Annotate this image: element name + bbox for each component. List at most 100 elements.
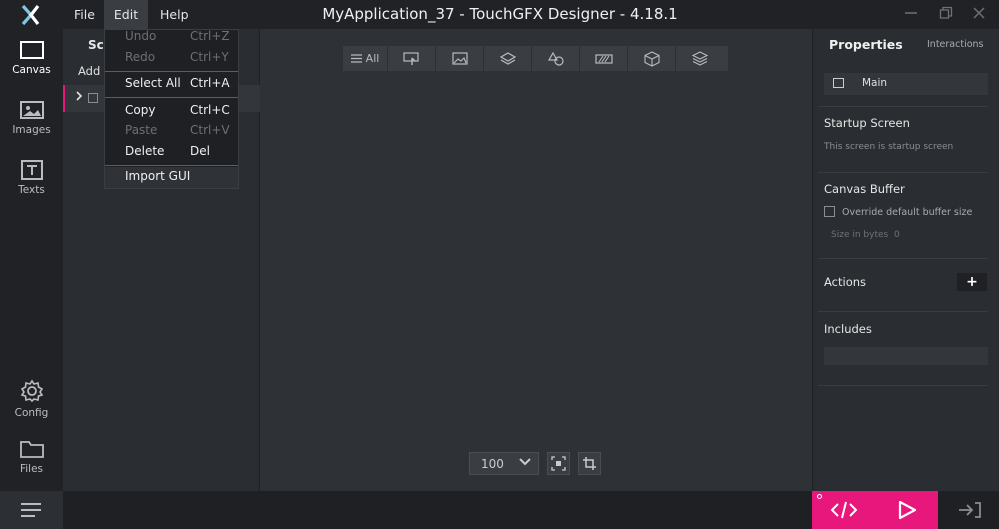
size-in-bytes-value: 0 bbox=[894, 230, 900, 240]
menu-item-label: Select All bbox=[125, 76, 181, 90]
properties-panel bbox=[812, 29, 999, 491]
add-action-button[interactable]: + bbox=[957, 273, 987, 291]
includes-title: Includes bbox=[824, 322, 872, 336]
text-icon bbox=[20, 160, 43, 180]
restore-icon[interactable] bbox=[937, 6, 955, 24]
zoom-select[interactable]: 100 bbox=[469, 452, 539, 475]
nav-canvas-label: Canvas bbox=[12, 64, 51, 76]
nav-files-label: Files bbox=[19, 463, 44, 475]
screen-icon bbox=[88, 93, 98, 103]
nav-config[interactable]: Config bbox=[0, 379, 63, 419]
override-buffer-checkbox[interactable] bbox=[824, 206, 835, 217]
menu-file[interactable]: File bbox=[62, 0, 107, 29]
menu-item-delete[interactable]: Delete Del bbox=[105, 142, 238, 163]
startup-screen-note: This screen is startup screen bbox=[824, 142, 954, 152]
divider bbox=[818, 311, 988, 312]
menu-item-import-gui[interactable]: Import GUI bbox=[105, 167, 238, 188]
menu-item-shortcut: Ctrl+V bbox=[190, 123, 230, 137]
nav-texts-label: Texts bbox=[18, 184, 45, 196]
filter-image-button[interactable] bbox=[436, 46, 484, 71]
menu-item-shortcut: Ctrl+Z bbox=[190, 29, 230, 43]
menu-item-label: Paste bbox=[125, 123, 158, 137]
window-title: MyApplication_37 - TouchGFX Designer - 4… bbox=[322, 5, 678, 23]
list-icon bbox=[350, 54, 362, 63]
menu-item-shortcut: Ctrl+A bbox=[190, 76, 230, 90]
filter-progress-button[interactable] bbox=[580, 46, 628, 71]
menu-item-label: Delete bbox=[125, 144, 165, 158]
stack-icon bbox=[692, 51, 708, 66]
filter-container-button[interactable] bbox=[484, 46, 532, 71]
widget-filter-toolbar: All bbox=[343, 46, 728, 71]
run-simulator-button[interactable] bbox=[875, 491, 938, 529]
filter-shapes-button[interactable] bbox=[532, 46, 580, 71]
includes-field[interactable] bbox=[824, 347, 988, 365]
crop-icon bbox=[583, 457, 596, 470]
menu-separator bbox=[105, 71, 238, 72]
touchgfx-logo-icon bbox=[18, 4, 44, 26]
image-icon bbox=[19, 101, 44, 119]
shapes-icon bbox=[547, 51, 564, 66]
menu-edit[interactable]: Edit bbox=[104, 0, 148, 29]
divider bbox=[818, 172, 988, 173]
touch-icon bbox=[402, 51, 419, 65]
hamburger-icon bbox=[21, 503, 41, 517]
exit-button[interactable] bbox=[938, 491, 999, 529]
menu-separator bbox=[105, 97, 238, 98]
fit-to-screen-button[interactable] bbox=[547, 452, 570, 475]
filter-stack-button[interactable] bbox=[676, 46, 724, 71]
divider bbox=[818, 385, 988, 386]
menu-item-shortcut: Del bbox=[190, 144, 210, 158]
menu-help[interactable]: Help bbox=[148, 0, 201, 29]
chevron-down-icon bbox=[518, 455, 532, 472]
canvas-area[interactable] bbox=[260, 29, 812, 491]
minimize-icon[interactable] bbox=[902, 6, 920, 24]
tab-properties[interactable]: Properties bbox=[829, 37, 903, 52]
nav-images-label: Images bbox=[12, 124, 51, 136]
menu-item-paste[interactable]: Paste Ctrl+V bbox=[105, 121, 238, 142]
menu-item-shortcut: Ctrl+C bbox=[190, 103, 230, 117]
log-toggle-button[interactable] bbox=[0, 491, 63, 529]
crop-button[interactable] bbox=[578, 452, 601, 475]
play-icon bbox=[898, 500, 917, 520]
zoom-value: 100 bbox=[481, 457, 504, 471]
menu-separator bbox=[105, 165, 238, 166]
left-nav-rail bbox=[0, 29, 63, 491]
filter-all-label: All bbox=[365, 52, 380, 65]
divider bbox=[818, 258, 988, 259]
nav-images[interactable]: Images bbox=[0, 100, 63, 136]
menu-item-label: Undo bbox=[125, 29, 157, 43]
filter-3d-button[interactable] bbox=[628, 46, 676, 71]
close-icon[interactable] bbox=[970, 6, 988, 24]
screen-icon bbox=[833, 78, 844, 88]
code-icon bbox=[831, 501, 857, 519]
menu-item-undo[interactable]: Undo Ctrl+Z bbox=[105, 27, 238, 48]
menu-item-label: Copy bbox=[125, 103, 156, 117]
nav-config-label: Config bbox=[14, 407, 49, 419]
status-dot bbox=[817, 494, 822, 499]
chevron-right-icon[interactable] bbox=[75, 90, 83, 105]
3d-box-icon bbox=[643, 50, 660, 67]
divider bbox=[818, 106, 988, 107]
folder-icon bbox=[19, 441, 44, 458]
exit-icon bbox=[959, 502, 981, 518]
menu-item-copy[interactable]: Copy Ctrl+C bbox=[105, 101, 238, 122]
tab-interactions[interactable]: Interactions bbox=[927, 39, 984, 50]
image-icon bbox=[451, 52, 468, 65]
layers-icon bbox=[499, 51, 516, 65]
progress-icon bbox=[594, 53, 613, 64]
menu-item-shortcut: Ctrl+Y bbox=[190, 50, 229, 64]
nav-texts[interactable]: Texts bbox=[0, 160, 63, 196]
filter-touch-button[interactable] bbox=[388, 46, 436, 71]
canvas-icon bbox=[19, 41, 44, 59]
menu-item-select-all[interactable]: Select All Ctrl+A bbox=[105, 74, 238, 95]
nav-files[interactable]: Files bbox=[0, 439, 63, 475]
startup-screen-title: Startup Screen bbox=[824, 116, 910, 130]
override-buffer-label: Override default buffer size bbox=[842, 207, 973, 218]
screen-name-field[interactable] bbox=[824, 73, 988, 95]
actions-title: Actions bbox=[824, 275, 867, 289]
nav-canvas[interactable]: Canvas bbox=[0, 40, 63, 76]
menu-item-redo[interactable]: Redo Ctrl+Y bbox=[105, 48, 238, 69]
filter-all-button[interactable]: All bbox=[343, 46, 388, 71]
focus-icon bbox=[551, 456, 566, 471]
menu-item-label: Import GUI bbox=[125, 169, 191, 183]
